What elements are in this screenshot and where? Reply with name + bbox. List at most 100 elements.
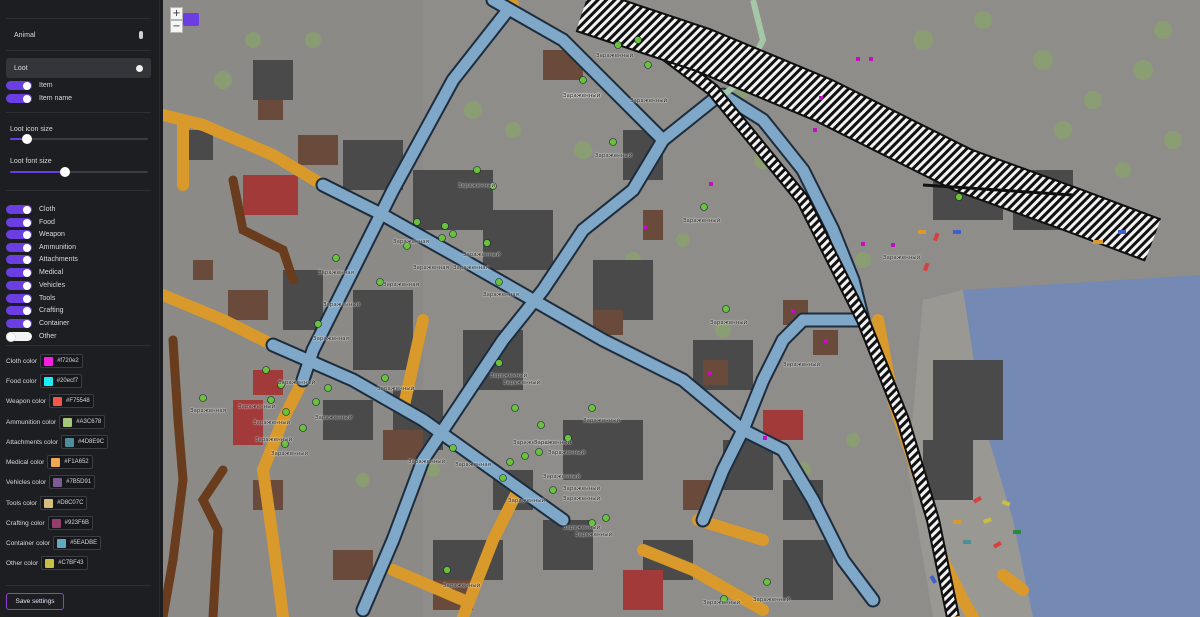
slider-handle[interactable] xyxy=(21,134,32,144)
color-swatch[interactable] xyxy=(65,437,75,447)
color-picker-input[interactable]: #D8C07C xyxy=(40,496,88,510)
color-label: Attachments color xyxy=(6,438,59,446)
toggle-switch[interactable] xyxy=(6,205,32,214)
toggle-switch[interactable] xyxy=(6,230,32,239)
layers-button[interactable] xyxy=(183,13,199,26)
map-loot-label: Зараженный xyxy=(595,153,633,159)
map-loot-label: Зараженный xyxy=(253,420,291,426)
toggle-medical[interactable]: Medical xyxy=(6,268,151,277)
divider xyxy=(6,585,151,586)
toggle-label: Weapon xyxy=(39,231,65,238)
color-swatch[interactable] xyxy=(57,538,67,548)
toggle-label: Tools xyxy=(39,295,56,302)
color-swatch[interactable] xyxy=(63,417,73,427)
color-setting-row: Attachments color #4D8E9C xyxy=(6,435,109,449)
toggle-cloth[interactable]: Cloth xyxy=(6,205,151,214)
toggle-switch[interactable] xyxy=(6,268,32,277)
color-picker-input[interactable]: #A3C678 xyxy=(59,415,106,429)
slider-handle[interactable] xyxy=(60,167,71,177)
color-swatch[interactable] xyxy=(53,396,62,406)
color-picker-input[interactable]: #C7BF43 xyxy=(41,556,88,570)
toggle-label: Crafting xyxy=(39,307,64,314)
color-picker-input[interactable]: #20ecf7 xyxy=(39,374,83,388)
toggle-container[interactable]: Container xyxy=(6,319,151,328)
toggle-switch[interactable] xyxy=(6,332,32,341)
toggle-other[interactable]: Other xyxy=(6,332,151,341)
color-label: Crafting color xyxy=(6,519,45,527)
slider-label: Loot icon size xyxy=(10,126,53,133)
map-loot-label: Зараженный xyxy=(463,252,501,258)
map-loot-label: Зараженный xyxy=(278,380,316,386)
map-loot-label: Зараженный xyxy=(323,302,361,308)
color-hex-value: #20ecf7 xyxy=(56,378,79,384)
toggle-switch[interactable] xyxy=(6,294,32,303)
color-label: Medical color xyxy=(6,458,45,466)
loot-icon-size-label-row: Loot icon size xyxy=(10,126,151,133)
map-loot-label: Зараженная xyxy=(313,336,349,342)
toggle-tools[interactable]: Tools xyxy=(6,294,151,303)
toggle-switch[interactable] xyxy=(6,306,32,315)
map-canvas[interactable] xyxy=(163,0,1200,617)
toggle-switch[interactable] xyxy=(6,281,32,290)
color-swatch[interactable] xyxy=(44,498,54,508)
map-loot-label: Зараженная xyxy=(455,462,491,468)
color-picker-input[interactable]: #F1A652 xyxy=(47,455,93,469)
loot-font-size-slider[interactable] xyxy=(10,167,148,177)
map-loot-label: Зараженный xyxy=(548,450,586,456)
map-loot-label: Зараженный xyxy=(563,486,601,492)
toggle-crafting[interactable]: Crafting xyxy=(6,306,151,315)
color-swatch[interactable] xyxy=(45,558,55,568)
color-swatch[interactable] xyxy=(53,477,63,487)
toggle-switch[interactable] xyxy=(6,243,32,252)
toggle-switch[interactable] xyxy=(6,94,32,103)
color-swatch[interactable] xyxy=(44,356,54,366)
toggle-label: Item xyxy=(39,82,53,89)
divider xyxy=(6,50,151,51)
slider-fill xyxy=(10,171,66,173)
color-setting-row: Vehicles color #7B5D91 xyxy=(6,475,96,489)
toggle-switch[interactable] xyxy=(6,218,32,227)
toggle-attachments[interactable]: Attachments xyxy=(6,255,151,264)
toggle-ammunition[interactable]: Ammunition xyxy=(6,243,151,252)
color-picker-input[interactable]: #4D8E9C xyxy=(61,435,109,449)
map-loot-label: Зараженная xyxy=(483,292,519,298)
toggle-item[interactable]: Item xyxy=(6,81,151,90)
map-loot-label: Зараженный xyxy=(238,404,276,410)
map-loot-label: Зараженная xyxy=(383,282,419,288)
loot-dropdown[interactable]: Loot xyxy=(6,58,151,78)
loot-icon-size-slider[interactable] xyxy=(10,134,148,144)
color-picker-input[interactable]: #923F6B xyxy=(47,516,94,530)
toggle-switch[interactable] xyxy=(6,255,32,264)
map-loot-label: Зараженный xyxy=(630,98,668,104)
color-setting-row: Container color #5EADBE xyxy=(6,536,102,550)
color-picker-input[interactable]: #f720e2 xyxy=(40,354,83,368)
color-picker-input[interactable]: #5EADBE xyxy=(53,536,102,550)
color-hex-value: #923F6B xyxy=(64,520,90,526)
toggle-vehicles[interactable]: Vehicles xyxy=(6,281,151,290)
color-swatch[interactable] xyxy=(51,457,61,467)
color-swatch[interactable] xyxy=(51,518,61,528)
chevron-icon xyxy=(139,31,143,39)
toggle-food[interactable]: Food xyxy=(6,218,151,227)
color-picker-input[interactable]: #F75548 xyxy=(49,394,94,408)
toggle-item-name[interactable]: Item name xyxy=(6,94,151,103)
toggle-weapon[interactable]: Weapon xyxy=(6,230,151,239)
map-loot-label: Зараженный xyxy=(255,437,293,443)
color-swatch[interactable] xyxy=(43,376,53,386)
map-loot-label: Зараженный xyxy=(683,218,721,224)
toggle-switch[interactable] xyxy=(6,81,32,90)
divider xyxy=(6,190,151,191)
save-settings-button[interactable]: Save settings xyxy=(6,593,64,610)
toggle-label: Ammunition xyxy=(39,244,76,251)
zoom-out-button[interactable]: − xyxy=(170,20,183,33)
toggle-label: Medical xyxy=(39,269,64,276)
color-label: Other color xyxy=(6,559,39,567)
map-loot-label: Зараженная xyxy=(413,265,449,271)
toggle-switch[interactable] xyxy=(6,319,32,328)
zoom-in-button[interactable]: + xyxy=(170,7,183,20)
animal-dropdown[interactable]: Animal xyxy=(6,25,151,45)
map-loot-label: Зараженный xyxy=(783,362,821,368)
map-view[interactable]: Зараженный Зараженный Зараженный Зараженный… xyxy=(163,0,1200,617)
color-label: Weapon color xyxy=(6,397,46,405)
color-picker-input[interactable]: #7B5D91 xyxy=(49,475,96,489)
